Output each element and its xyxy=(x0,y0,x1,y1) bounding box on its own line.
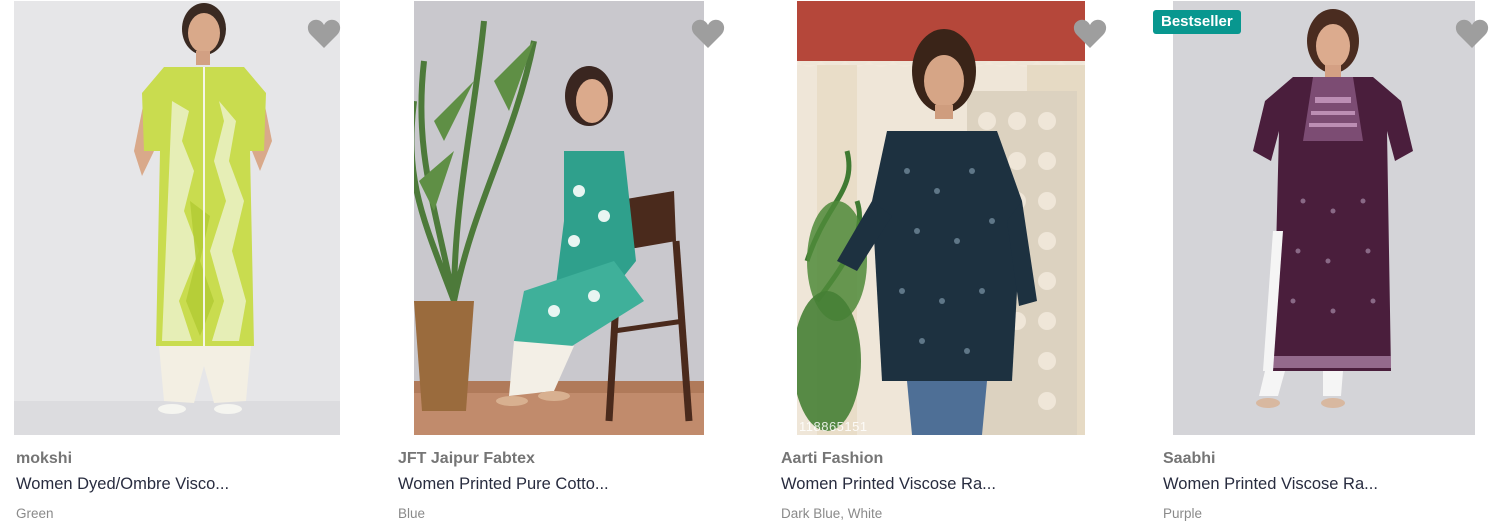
product-color: Purple xyxy=(1163,506,1203,521)
product-card[interactable]: mokshi Women Dyed/Ombre Visco... Green xyxy=(14,0,384,527)
heart-icon[interactable] xyxy=(1073,18,1107,50)
product-card[interactable]: JFT Jaipur Fabtex Women Printed Pure Cot… xyxy=(396,0,766,527)
heart-icon[interactable] xyxy=(307,18,341,50)
product-card[interactable]: 118865151 Aarti Fashion Women Printed Vi… xyxy=(779,0,1149,527)
product-title[interactable]: Women Dyed/Ombre Visco... xyxy=(16,475,229,494)
product-title[interactable]: Women Printed Viscose Ra... xyxy=(781,475,996,494)
product-grid: mokshi Women Dyed/Ombre Visco... Green J… xyxy=(0,0,1497,527)
product-brand: mokshi xyxy=(16,450,73,467)
product-image-container[interactable]: Bestseller xyxy=(1153,0,1497,438)
product-image-container[interactable]: 118865151 xyxy=(779,0,1149,438)
product-color: Green xyxy=(16,506,54,521)
watermark-text: 118865151 xyxy=(799,419,868,434)
product-brand: JFT Jaipur Fabtex xyxy=(398,450,535,467)
bestseller-badge: Bestseller xyxy=(1153,10,1241,34)
product-image-container[interactable] xyxy=(14,0,384,438)
heart-icon[interactable] xyxy=(1455,18,1489,50)
product-brand: Aarti Fashion xyxy=(781,450,884,467)
product-color: Dark Blue, White xyxy=(781,506,883,521)
product-title[interactable]: Women Printed Viscose Ra... xyxy=(1163,475,1378,494)
product-image-container[interactable] xyxy=(396,0,766,438)
product-card[interactable]: Bestseller Saabhi Women Printed Viscose … xyxy=(1153,0,1497,527)
kurti-navy-print-image: 118865151 xyxy=(797,1,1085,435)
product-color: Blue xyxy=(398,506,426,521)
kurta-green-tie-dye-image xyxy=(14,1,340,435)
kurta-purple-embroidered-image xyxy=(1173,1,1475,435)
product-brand: Saabhi xyxy=(1163,450,1216,467)
heart-icon[interactable] xyxy=(691,18,725,50)
kurta-teal-print-image xyxy=(414,1,704,435)
product-title[interactable]: Women Printed Pure Cotto... xyxy=(398,475,609,494)
